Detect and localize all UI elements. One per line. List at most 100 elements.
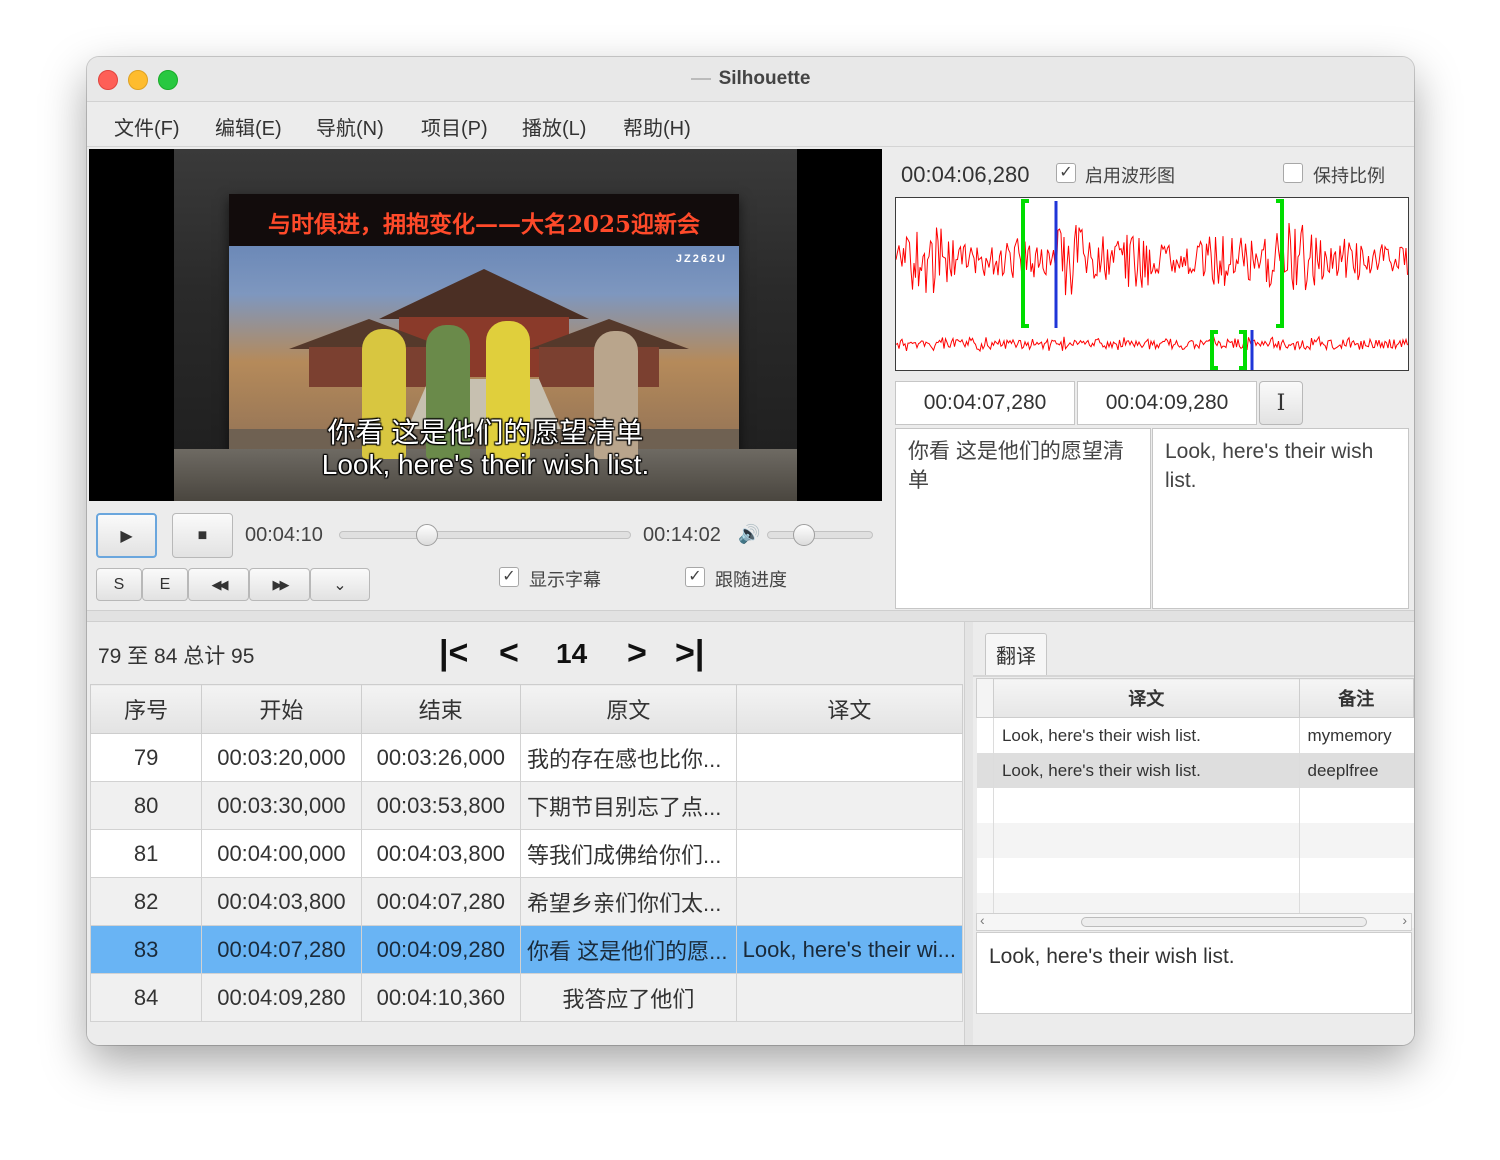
table-row[interactable]: 79 00:03:20,000 00:03:26,000 我的存在感也比你... bbox=[89, 733, 964, 782]
table-row[interactable]: 80 00:03:30,000 00:03:53,800 下期节目别忘了点... bbox=[89, 781, 964, 830]
seek-slider-thumb[interactable] bbox=[416, 524, 438, 546]
col-header-translation[interactable]: 译文 bbox=[992, 678, 1300, 718]
translation-text-area[interactable]: Look, here's their wish list. bbox=[1152, 428, 1409, 609]
next-page-button[interactable]: > bbox=[627, 634, 647, 673]
table-row[interactable]: 82 00:04:03,800 00:04:07,280 希望乡亲们你们太... bbox=[89, 877, 964, 926]
play-button[interactable]: ▶ bbox=[96, 513, 157, 558]
menu-navigate[interactable]: 导航(N) bbox=[316, 112, 384, 141]
banner: 与时俱进，拥抱变化——大名2025迎新会 bbox=[229, 194, 739, 246]
cell-translation bbox=[735, 781, 964, 830]
scroll-right-icon[interactable]: › bbox=[1402, 912, 1407, 928]
current-page: 14 bbox=[556, 638, 588, 669]
menu-bar: 文件(F) 编辑(E) 导航(N) 项目(P) 播放(L) 帮助(H) bbox=[87, 102, 1414, 147]
first-page-button[interactable]: |< bbox=[439, 634, 468, 673]
title-bar: Silhouette bbox=[87, 57, 1414, 102]
video-preview[interactable]: JZ262U 与时俱进，拥抱变化——大名2025迎新会 你看 这是他们的愿望清单… bbox=[89, 149, 882, 501]
translation-result-box[interactable]: Look, here's their wish list. bbox=[976, 932, 1412, 1014]
table-row-selected[interactable]: Look, here's their wish list. deeplfree bbox=[976, 753, 1414, 788]
scrollbar-thumb[interactable] bbox=[1081, 917, 1367, 927]
stop-icon: ■ bbox=[197, 526, 208, 544]
banner-text: 与时俱进，拥抱变化——大名2025迎新会 bbox=[267, 211, 700, 238]
last-page-button[interactable]: >| bbox=[675, 634, 704, 673]
cell-index: 80 bbox=[89, 781, 203, 830]
table-row-selected[interactable]: 83 00:04:07,280 00:04:09,280 你看 这是他们的愿..… bbox=[89, 925, 964, 974]
horizontal-scrollbar[interactable]: ‹ › bbox=[976, 912, 1412, 931]
cell-start: 00:03:20,000 bbox=[201, 733, 362, 782]
waveform-timestamp: 00:04:06,280 bbox=[901, 162, 1030, 187]
cell-translation: Look, here's their wish list. bbox=[992, 753, 1300, 788]
menu-edit[interactable]: 编辑(E) bbox=[215, 112, 282, 141]
end-time-field[interactable]: 00:04:09,280 bbox=[1077, 381, 1257, 425]
scroll-left-icon[interactable]: ‹ bbox=[980, 912, 985, 928]
current-time: 00:04:10 bbox=[245, 524, 323, 546]
set-end-button[interactable]: E bbox=[142, 568, 188, 601]
cell-translation bbox=[735, 733, 964, 782]
forward-icon: ▶▶ bbox=[272, 576, 290, 592]
cell-end: 00:04:09,280 bbox=[360, 925, 522, 974]
chevron-down-icon: ⌄ bbox=[333, 576, 347, 594]
end-marker[interactable] bbox=[1239, 330, 1247, 370]
menu-help[interactable]: 帮助(H) bbox=[623, 112, 691, 141]
show-subtitles-checkbox[interactable]: ✓ bbox=[499, 567, 519, 587]
video-subtitle-en: Look, here's their wish list. bbox=[321, 449, 650, 480]
cell-index: 84 bbox=[89, 973, 203, 1022]
translation-table: 译文 备注 Look, here's their wish list. myme… bbox=[976, 678, 1414, 928]
text-cursor-button[interactable]: I bbox=[1259, 381, 1303, 425]
table-row[interactable]: Look, here's their wish list. mymemory bbox=[976, 717, 1414, 753]
more-options-button[interactable]: ⌄ bbox=[310, 568, 370, 601]
start-marker[interactable] bbox=[1210, 330, 1218, 370]
col-header-start[interactable]: 开始 bbox=[201, 684, 362, 734]
horizontal-split-divider[interactable] bbox=[87, 610, 1414, 622]
window-title: Silhouette bbox=[87, 68, 1414, 90]
set-start-button[interactable]: S bbox=[96, 568, 142, 601]
enable-waveform-checkbox[interactable]: ✓ bbox=[1056, 163, 1076, 183]
prev-page-button[interactable]: < bbox=[499, 634, 519, 673]
col-header-translation[interactable]: 译文 bbox=[735, 684, 964, 734]
tab-translation[interactable]: 翻译 bbox=[985, 633, 1047, 675]
table-row[interactable]: 81 00:04:00,000 00:04:03,800 等我们成佛给你们... bbox=[89, 829, 964, 878]
play-icon: ▶ bbox=[120, 527, 133, 545]
waveform-view[interactable] bbox=[895, 197, 1409, 371]
waveform-panel: 00:04:06,280 ✓ 启用波形图 保持比例 00:04:07,280 0… bbox=[890, 149, 1412, 609]
col-header-end[interactable]: 结束 bbox=[360, 684, 522, 734]
cell-original: 希望乡亲们你们太... bbox=[520, 877, 737, 926]
start-time-field[interactable]: 00:04:07,280 bbox=[895, 381, 1075, 425]
seek-slider[interactable] bbox=[339, 531, 631, 539]
cell-translation: Look, here's their wi... bbox=[735, 925, 964, 974]
menu-playback[interactable]: 播放(L) bbox=[522, 112, 586, 141]
cell-start: 00:04:03,800 bbox=[201, 877, 362, 926]
menu-file[interactable]: 文件(F) bbox=[114, 112, 180, 141]
volume-slider[interactable] bbox=[767, 531, 873, 539]
video-subtitle-cn: 你看 这是他们的愿望清单 bbox=[327, 417, 644, 448]
translation-panel: 翻译 译文 备注 Look, here's their wish list. m… bbox=[973, 622, 1414, 1045]
col-header-original[interactable]: 原文 bbox=[520, 684, 737, 734]
follow-progress-label: 跟随进度 bbox=[715, 570, 787, 590]
set-end-label: E bbox=[159, 575, 171, 593]
cell-index: 81 bbox=[89, 829, 203, 878]
cell-start: 00:04:07,280 bbox=[201, 925, 362, 974]
cell-translation bbox=[735, 973, 964, 1022]
waveform-track-top bbox=[896, 222, 1408, 296]
cell-original: 等我们成佛给你们... bbox=[520, 829, 737, 878]
rewind-button[interactable]: ◀◀ bbox=[188, 568, 249, 601]
forward-button[interactable]: ▶▶ bbox=[249, 568, 310, 601]
table-row-empty bbox=[976, 788, 1414, 823]
keep-ratio-label: 保持比例 bbox=[1313, 166, 1385, 186]
cell-original: 我答应了他们 bbox=[520, 973, 737, 1022]
keep-ratio-checkbox[interactable] bbox=[1283, 163, 1303, 183]
menu-project[interactable]: 项目(P) bbox=[421, 112, 488, 141]
start-time-value: 00:04:07,280 bbox=[923, 391, 1047, 414]
stop-button[interactable]: ■ bbox=[172, 513, 233, 558]
col-header-index[interactable]: 序号 bbox=[89, 684, 203, 734]
col-header-note[interactable]: 备注 bbox=[1298, 678, 1414, 718]
cell-start: 00:03:30,000 bbox=[201, 781, 362, 830]
cell-index: 79 bbox=[89, 733, 203, 782]
end-marker[interactable] bbox=[1276, 199, 1284, 328]
volume-slider-thumb[interactable] bbox=[793, 524, 816, 546]
cell-original: 下期节目别忘了点... bbox=[520, 781, 737, 830]
cell-note: mymemory bbox=[1298, 717, 1414, 753]
original-text-area[interactable]: 你看 这是他们的愿望清单 bbox=[895, 428, 1151, 609]
follow-progress-checkbox[interactable]: ✓ bbox=[685, 567, 705, 587]
table-row[interactable]: 84 00:04:09,280 00:04:10,360 我答应了他们 bbox=[89, 973, 964, 1022]
row-header-spacer bbox=[976, 678, 994, 718]
